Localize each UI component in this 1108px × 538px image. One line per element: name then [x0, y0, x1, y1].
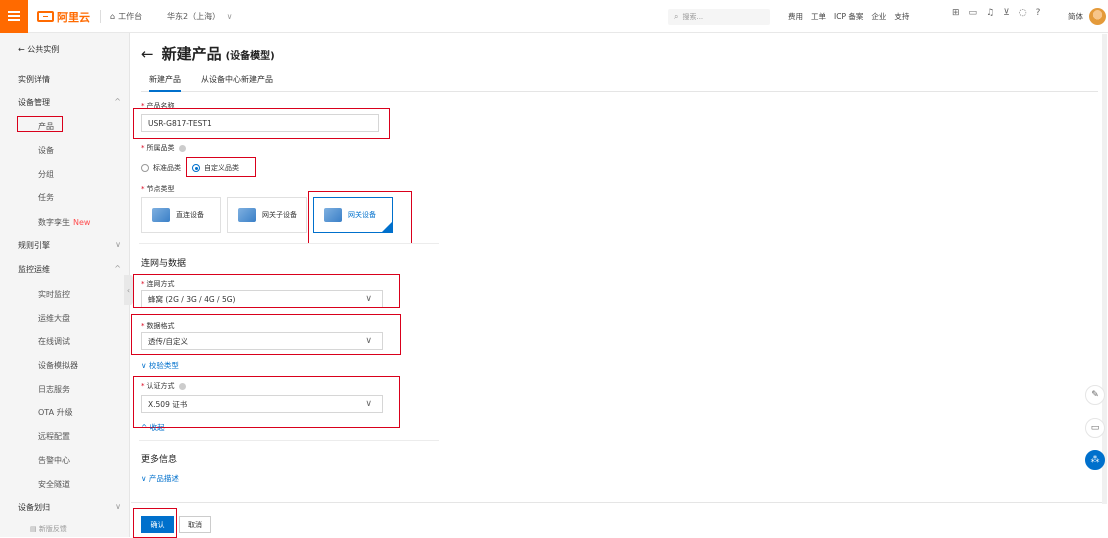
chevron-down-icon: ∨	[115, 502, 121, 511]
sidebar: ← 公共实例 实例详情 设备管理 ^ 产品 设备 分组 任务 数字孪生 New 规…	[0, 33, 130, 537]
sidebar-item-monitoring[interactable]: 监控运维 ^	[0, 264, 130, 275]
divider	[100, 10, 101, 23]
tab-bar: 新建产品 从设备中心新建产品	[141, 71, 1098, 92]
info-icon	[178, 144, 186, 152]
sidebar-item-ops-dashboard[interactable]: 运维大盘	[0, 313, 130, 324]
sidebar-back-instances[interactable]: ← 公共实例	[0, 44, 130, 55]
chevron-down-icon: ∨	[115, 240, 121, 249]
chevron-down-icon: ∨	[141, 361, 149, 370]
node-type-gateway-sub-device[interactable]: 网关子设备	[227, 197, 307, 233]
highlight-box	[308, 191, 412, 244]
sidebar-item-device-management[interactable]: 设备管理 ^	[0, 97, 130, 108]
edit-icon[interactable]: ✎	[1085, 385, 1105, 405]
location-icon[interactable]: ◌	[1019, 8, 1027, 18]
language-switch[interactable]: 简体	[1068, 11, 1083, 22]
aliyun-logo[interactable]: 阿里云	[37, 9, 90, 24]
node-type-direct-device[interactable]: 直连设备	[141, 197, 221, 233]
message-icon[interactable]: ▭	[969, 8, 978, 18]
sidebar-item-ota[interactable]: OTA 升级	[0, 407, 130, 418]
sidebar-item-device[interactable]: 设备	[0, 145, 130, 156]
menu-icon[interactable]	[0, 0, 28, 33]
sidebar-item-device-assignment[interactable]: 设备划归 ∨	[0, 502, 130, 513]
toolbar-icons: ⊞ ▭ ♫ ⊻ ◌ ?	[952, 8, 1040, 18]
chevron-down-icon: ∨	[226, 12, 233, 21]
top-bar: 阿里云 ⌂ 工作台 华东2（上海） ∨ ⌕ 搜索... 费用 工单 ICP 备案…	[0, 0, 1108, 33]
category-label: * 所属品类	[141, 143, 186, 153]
highlight-box	[131, 314, 401, 355]
workbench-link[interactable]: ⌂ 工作台	[110, 11, 142, 22]
chevron-down-icon: ∨	[141, 474, 149, 483]
search-icon: ⌕	[674, 12, 679, 21]
sidebar-item-remote-config[interactable]: 远程配置	[0, 431, 130, 442]
tab-new-product[interactable]: 新建产品	[149, 74, 181, 92]
highlight-box	[133, 108, 390, 139]
nav-link-icp[interactable]: ICP 备案	[834, 11, 863, 22]
nav-link-fees[interactable]: 费用	[788, 11, 803, 22]
direct-device-icon	[152, 208, 170, 222]
node-type-label: * 节点类型	[141, 185, 175, 193]
active-item-highlight	[17, 116, 63, 132]
form-footer: 确认 取消	[131, 502, 1106, 538]
gateway-sub-device-icon	[238, 208, 256, 222]
new-badge: New	[73, 218, 91, 227]
cancel-button[interactable]: 取消	[179, 516, 211, 533]
apps-icon[interactable]: ⁂	[1085, 450, 1105, 470]
chevron-up-icon: ^	[114, 264, 121, 273]
highlight-box	[133, 376, 400, 428]
search-input[interactable]: ⌕ 搜索...	[668, 9, 770, 25]
sidebar-item-rule-engine[interactable]: 规则引擎 ∨	[0, 240, 130, 251]
logo-icon	[37, 11, 54, 22]
nav-link-support[interactable]: 支持	[894, 11, 909, 22]
radio-icon	[141, 164, 149, 172]
avatar[interactable]	[1089, 8, 1106, 25]
feedback-link[interactable]: ▤ 新版反馈	[30, 524, 120, 534]
divider	[139, 440, 439, 441]
more-info-section-title: 更多信息	[141, 455, 178, 465]
network-section-title: 连网与数据	[141, 259, 187, 269]
top-nav-links: 费用 工单 ICP 备案 企业 支持	[788, 11, 909, 22]
check-type-toggle[interactable]: ∨ 校验类型	[141, 360, 179, 371]
feedback-icon: ▤	[30, 525, 39, 533]
chevron-up-icon: ^	[114, 97, 121, 106]
sidebar-item-online-debug[interactable]: 在线调试	[0, 336, 130, 347]
help-icon[interactable]: ?	[1036, 8, 1041, 18]
highlight-box	[133, 508, 177, 538]
nav-link-ticket[interactable]: 工单	[811, 11, 826, 22]
home-icon: ⌂	[110, 12, 116, 21]
sidebar-item-digital-twin[interactable]: 数字孪生 New	[0, 217, 130, 228]
sidebar-item-secure-tunnel[interactable]: 安全隧道	[0, 479, 130, 490]
main-content: ← 新建产品 (设备模型) 新建产品 从设备中心新建产品 * 产品名称 USR-G…	[131, 33, 1106, 538]
back-arrow-icon[interactable]: ←	[141, 45, 154, 63]
nav-link-enterprise[interactable]: 企业	[871, 11, 886, 22]
tab-new-from-device-center[interactable]: 从设备中心新建产品	[201, 74, 273, 85]
cart-icon[interactable]: ⊻	[1003, 8, 1010, 18]
sidebar-item-instance-detail[interactable]: 实例详情	[0, 74, 130, 85]
region-selector[interactable]: 华东2（上海） ∨	[167, 11, 233, 22]
product-description-toggle[interactable]: ∨ 产品描述	[141, 473, 179, 484]
sidebar-item-group[interactable]: 分组	[0, 169, 130, 180]
radio-standard-category[interactable]: 标准品类	[141, 163, 181, 173]
sidebar-item-realtime-monitor[interactable]: 实时监控	[0, 289, 130, 300]
divider	[139, 243, 439, 244]
sidebar-item-alert-center[interactable]: 告警中心	[0, 455, 130, 466]
sidebar-item-log-service[interactable]: 日志服务	[0, 384, 130, 395]
notification-bell-icon[interactable]: ♫	[986, 8, 994, 18]
collapse-toggle[interactable]: ^ 收起	[141, 422, 165, 433]
highlight-box	[186, 157, 256, 177]
sidebar-item-device-simulator[interactable]: 设备模拟器	[0, 360, 130, 371]
chat-icon[interactable]: ▭	[1085, 418, 1105, 438]
cloud-shell-icon[interactable]: ⊞	[952, 8, 960, 18]
sidebar-item-task[interactable]: 任务	[0, 192, 130, 203]
highlight-box	[133, 274, 400, 308]
page-title: ← 新建产品 (设备模型)	[141, 45, 275, 63]
chevron-up-icon: ^	[141, 423, 150, 432]
